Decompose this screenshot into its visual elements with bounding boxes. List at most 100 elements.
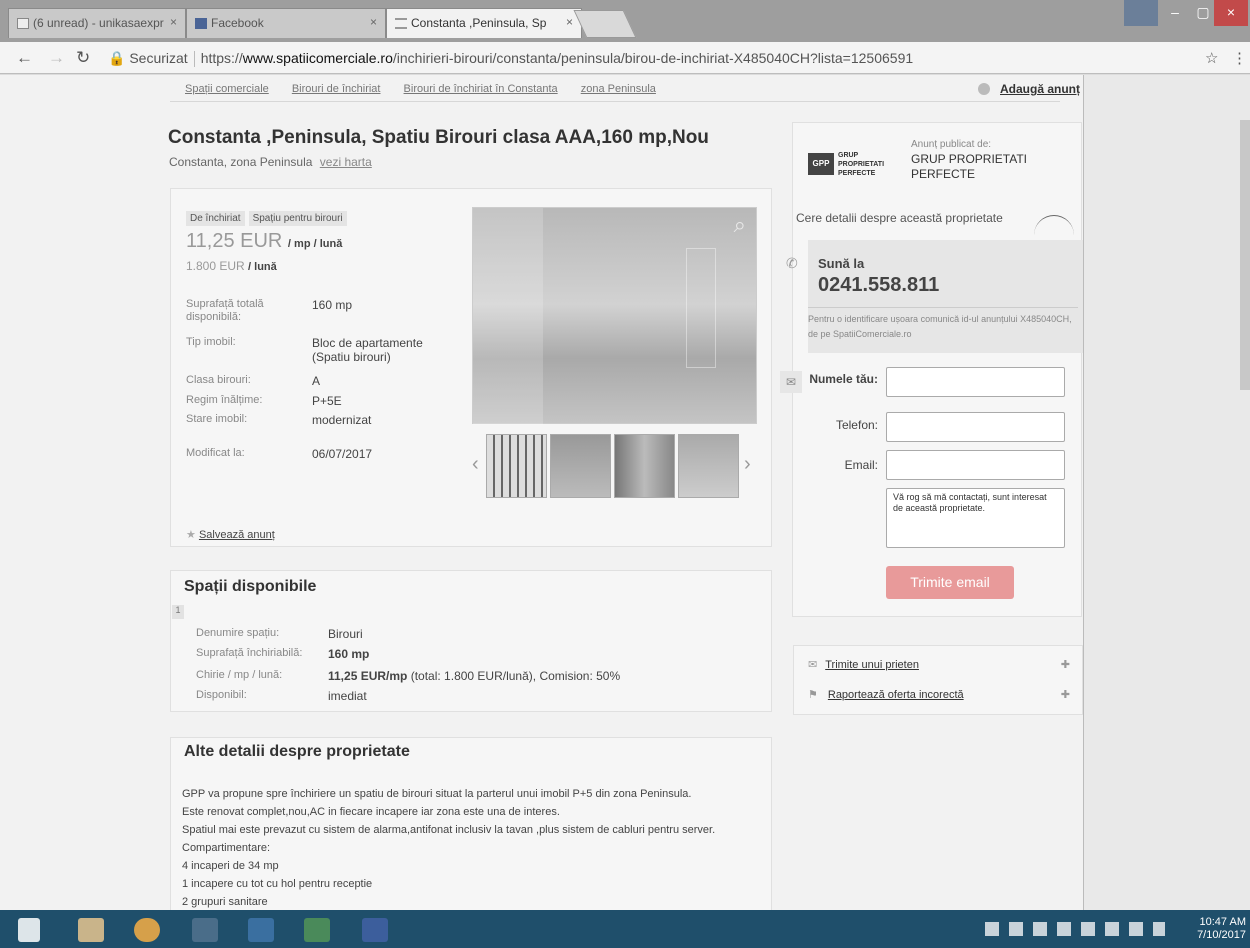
- close-icon[interactable]: ×: [170, 15, 177, 29]
- facebook-icon: [195, 18, 207, 29]
- photo-thumbnail[interactable]: [486, 434, 547, 498]
- back-icon[interactable]: ←: [16, 48, 33, 68]
- description-line: Compartimentare:: [182, 842, 271, 854]
- detail-label: Stare imobil:: [186, 413, 248, 425]
- name-input[interactable]: [886, 367, 1065, 397]
- chrome-icon[interactable]: [134, 918, 160, 942]
- photo-thumbnail[interactable]: [550, 434, 611, 498]
- description-line: 2 grupuri sanitare: [182, 896, 268, 908]
- published-by: Anunț publicat de:: [911, 139, 992, 150]
- space-value: imediat: [328, 689, 367, 703]
- add-ad-link[interactable]: Adaugă anunț: [978, 82, 1080, 96]
- tab-constanta[interactable]: Constanta ,Peninsula, Sp ×: [386, 8, 582, 38]
- space-value: 11,25 EUR/mp (total: 1.800 EUR/lună), Co…: [328, 669, 620, 683]
- new-tab-button[interactable]: [573, 10, 637, 38]
- tab-label: Facebook: [211, 16, 264, 30]
- detail-value: 160 mp: [312, 298, 353, 312]
- main-photo[interactable]: ⌕: [472, 207, 757, 425]
- space-label: Denumire spațiu:: [196, 627, 280, 639]
- add-ad-label: Adaugă anunț: [1000, 82, 1080, 96]
- divider: [170, 101, 1060, 102]
- details-title: Alte detalii despre proprietate: [184, 743, 410, 760]
- request-details-heading: Cere detalii despre această proprietate: [796, 211, 1003, 225]
- phone-input[interactable]: [886, 412, 1065, 442]
- photo-thumbnail[interactable]: [614, 434, 675, 498]
- web-page: Spații comerciale Birouri de închiriat B…: [0, 75, 1083, 910]
- menu-icon[interactable]: ⋮: [1232, 49, 1247, 67]
- message-textarea[interactable]: Vă rog să mă contactați, sunt interesat …: [886, 488, 1065, 548]
- chevron-right-icon[interactable]: ›: [744, 453, 751, 476]
- close-window-button[interactable]: ×: [1214, 0, 1248, 26]
- photo-thumbnail[interactable]: [678, 434, 739, 498]
- detail-value: 06/07/2017: [312, 447, 373, 461]
- listing-tags: De închiriat Spațiu pentru birouri: [186, 208, 351, 226]
- close-icon[interactable]: ×: [566, 15, 573, 29]
- secure-label: Securizat: [129, 50, 188, 66]
- price-value: 11,25 EUR: [186, 230, 283, 252]
- detail-label: Tip imobil:: [186, 336, 236, 348]
- description-line: Este renovat complet,nou,AC in fiecare i…: [182, 806, 560, 818]
- agency-name[interactable]: GRUP PROPRIETATI PERFECTE: [911, 152, 1061, 182]
- detail-label: Clasa birouri:: [186, 374, 251, 386]
- plus-icon[interactable]: ✚: [1061, 658, 1070, 671]
- space-label: Chirie / mp / lună:: [196, 669, 283, 681]
- breadcrumb: Spații comerciale Birouri de închiriat B…: [185, 83, 676, 95]
- rent-extra: (total: 1.800 EUR/lună), Comision: 50%: [407, 669, 621, 683]
- user-icon[interactable]: [1124, 0, 1158, 26]
- space-label: Disponibil:: [196, 689, 247, 701]
- breadcrumb-link[interactable]: Spații comerciale: [185, 83, 269, 95]
- phone-number[interactable]: 0241.558.811: [818, 274, 939, 297]
- mail-icon: ✉: [780, 371, 802, 393]
- call-note: Pentru o identificare ușoara comunică id…: [808, 307, 1078, 342]
- email-input[interactable]: [886, 450, 1065, 480]
- space-label: Suprafață închiriabilă:: [196, 647, 303, 659]
- store-icon[interactable]: [192, 918, 218, 942]
- browser-toolbar: ← → ↻ 🔒 Securizat https://www.spatiicomer…: [0, 42, 1250, 74]
- send-email-button[interactable]: Trimite email: [886, 566, 1014, 599]
- side-links: [793, 645, 1083, 715]
- forward-icon[interactable]: →: [48, 48, 65, 68]
- detail-label: Modificat la:: [186, 447, 245, 459]
- agency-logo[interactable]: GPP GRUP PROPRIETATI PERFECTE: [808, 145, 900, 185]
- breadcrumb-link[interactable]: Birouri de închiriat în Constanta: [404, 83, 558, 95]
- detail-value: Bloc de apartamente (Spatiu birouri): [312, 336, 423, 364]
- space-value: 160 mp: [328, 647, 370, 661]
- taskbar: 10:47 AM 7/10/2017: [0, 910, 1250, 948]
- photo-door: [686, 248, 716, 368]
- system-tray-icons[interactable]: [985, 922, 1165, 936]
- url-scheme: https://: [200, 50, 243, 66]
- tab-mail[interactable]: (6 unread) - unikasaexpr ×: [8, 8, 186, 38]
- map-link[interactable]: vezi harta: [320, 155, 372, 169]
- breadcrumb-link[interactable]: Birouri de închiriat: [292, 83, 381, 95]
- star-icon: ★: [186, 529, 196, 541]
- address-bar[interactable]: 🔒 Securizat https://www.spatiicomerciale.…: [108, 46, 1198, 70]
- page-title: Constanta ,Peninsula, Spatiu Birouri cla…: [168, 127, 709, 148]
- clock[interactable]: 10:47 AM 7/10/2017: [1190, 916, 1246, 942]
- blank-area: [1083, 75, 1250, 910]
- save-ad-label: Salvează anunț: [198, 529, 275, 541]
- windows-icon[interactable]: [18, 918, 40, 942]
- description-line: 1 incapere cu tot cu hol pentru receptie: [182, 878, 373, 890]
- reload-icon[interactable]: ↻: [76, 48, 90, 68]
- excel-icon[interactable]: [304, 918, 330, 942]
- send-friend-link[interactable]: ✉ Trimite unui prieten ✚: [808, 658, 1076, 671]
- description-line: GPP va propune spre închiriere un spatiu…: [182, 788, 692, 800]
- scrollbar[interactable]: [1240, 120, 1250, 390]
- report-offer-link[interactable]: ⚑ Raportează oferta incorectă ✚: [808, 688, 1076, 701]
- file-explorer-icon[interactable]: [78, 918, 104, 942]
- price-per-mp: 11,25 EUR / mp / lună: [186, 230, 342, 253]
- save-ad-link[interactable]: ★ Salvează anunț: [186, 528, 275, 541]
- internet-explorer-icon[interactable]: [248, 918, 274, 942]
- logo-text: GRUP PROPRIETATI PERFECTE: [838, 152, 885, 177]
- tab-facebook[interactable]: Facebook ×: [186, 8, 386, 38]
- plus-icon[interactable]: ✚: [1061, 688, 1070, 701]
- detail-value: P+5E: [312, 394, 342, 408]
- bookmark-star-icon[interactable]: ☆: [1205, 49, 1218, 67]
- close-icon[interactable]: ×: [370, 15, 377, 29]
- word-icon[interactable]: [362, 918, 388, 942]
- location-text: Constanta, zona Peninsula: [169, 155, 313, 169]
- description-line: Spatiul mai este prevazut cu sistem de a…: [182, 824, 716, 836]
- chevron-left-icon[interactable]: ‹: [472, 453, 479, 476]
- search-icon[interactable]: ⌕: [734, 212, 746, 238]
- breadcrumb-link[interactable]: zona Peninsula: [581, 83, 656, 95]
